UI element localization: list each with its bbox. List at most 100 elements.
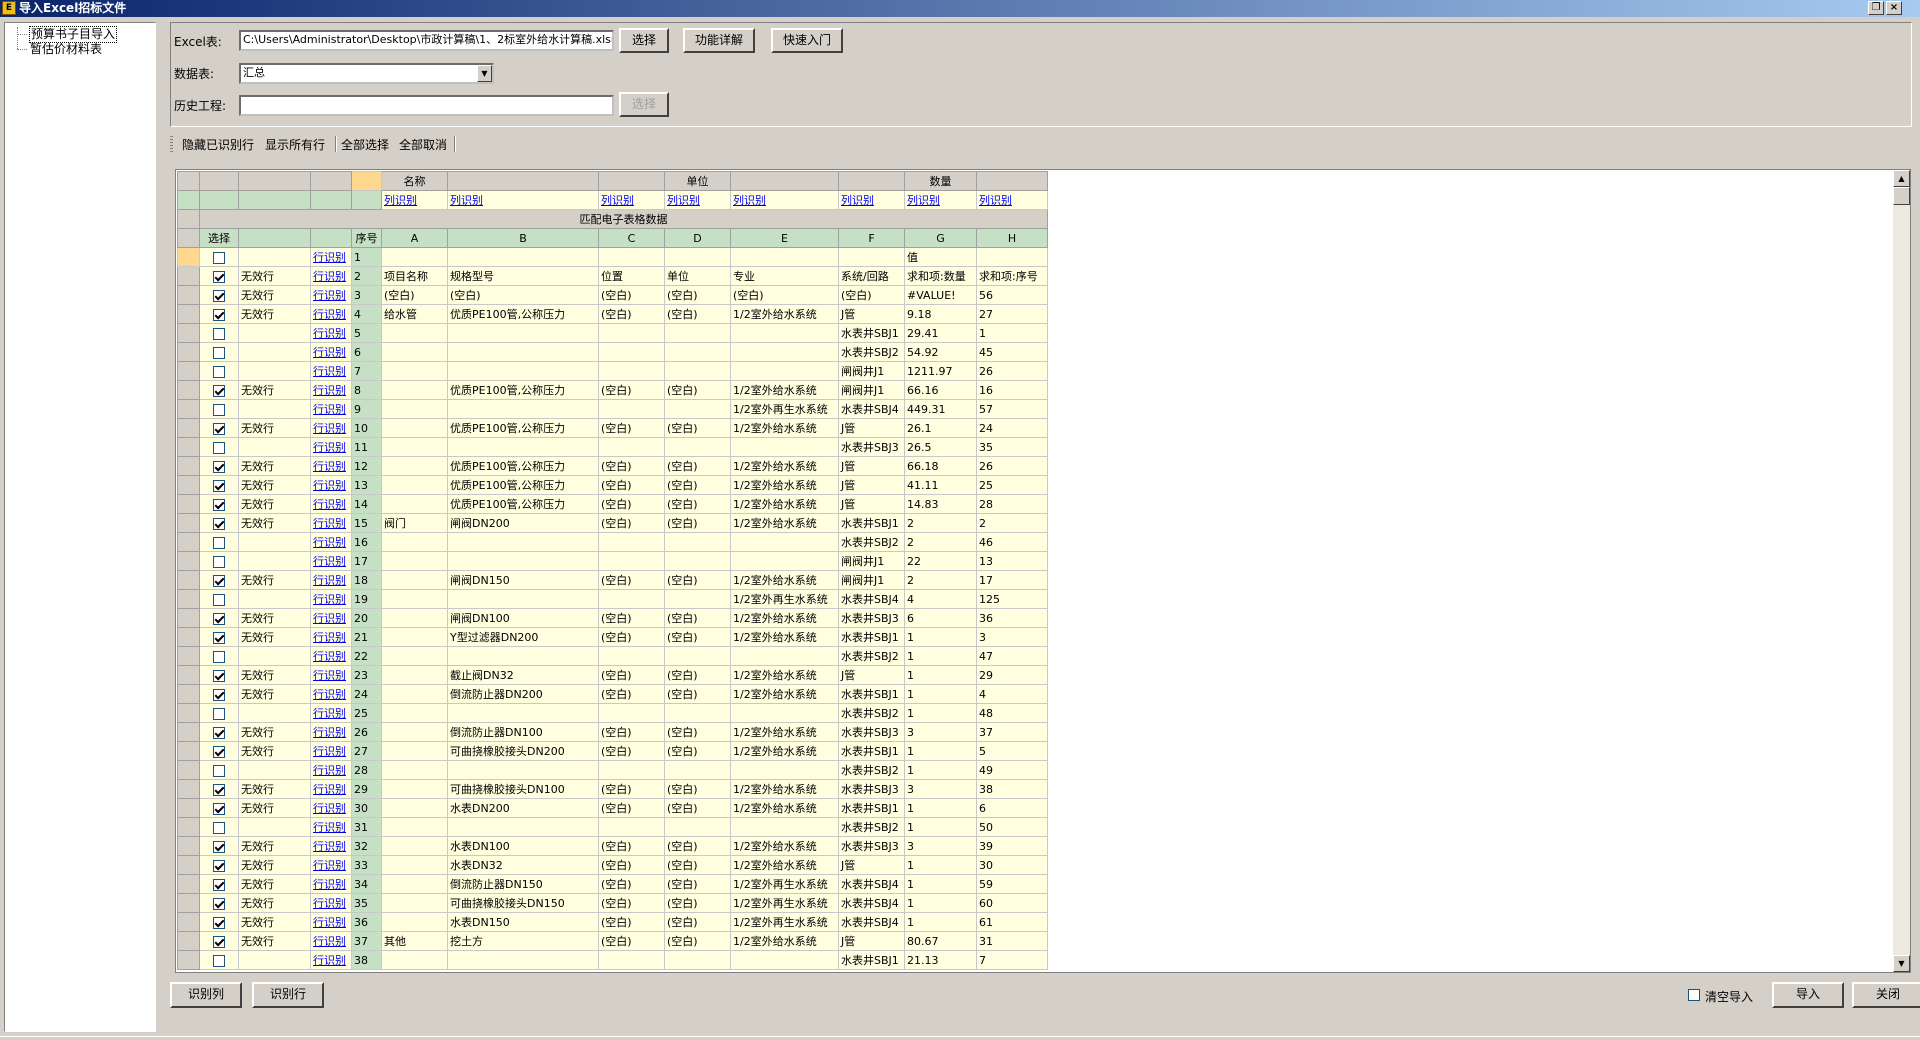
table-cell[interactable]: 37 bbox=[976, 722, 1048, 742]
table-cell[interactable]: 17 bbox=[976, 570, 1048, 590]
table-cell[interactable]: 水表DN150 bbox=[447, 912, 599, 932]
table-cell[interactable]: (空白) bbox=[598, 855, 665, 875]
row-recognize-link[interactable]: 行识别 bbox=[310, 646, 352, 666]
table-cell[interactable]: 26.1 bbox=[904, 418, 977, 438]
table-cell[interactable]: 倒流防止器DN100 bbox=[447, 722, 599, 742]
table-cell[interactable]: 可曲挠橡胶接头DN200 bbox=[447, 741, 599, 761]
row-checkbox[interactable] bbox=[213, 384, 225, 397]
table-cell[interactable]: 7 bbox=[976, 950, 1048, 970]
table-cell[interactable] bbox=[381, 361, 448, 381]
table-cell[interactable]: 125 bbox=[976, 589, 1048, 609]
table-cell[interactable]: 1/2室外给水系统 bbox=[730, 494, 839, 514]
table-cell[interactable]: 3 bbox=[904, 779, 977, 799]
table-cell[interactable]: 80.67 bbox=[904, 931, 977, 951]
table-cell[interactable] bbox=[730, 703, 839, 723]
table-cell[interactable]: 2 bbox=[976, 513, 1048, 533]
table-cell[interactable]: (空白) bbox=[664, 779, 731, 799]
table-cell[interactable] bbox=[381, 741, 448, 761]
col-recognize-link[interactable]: 列识别 bbox=[381, 190, 448, 210]
table-cell[interactable]: 1 bbox=[904, 627, 977, 647]
table-cell[interactable]: 水表井SBJ4 bbox=[838, 874, 905, 894]
table-cell[interactable] bbox=[730, 532, 839, 552]
table-cell[interactable]: (空白) bbox=[598, 931, 665, 951]
row-checkbox[interactable] bbox=[213, 422, 225, 435]
table-cell[interactable] bbox=[664, 703, 731, 723]
deselect-all-button[interactable]: 全部取消 bbox=[399, 136, 447, 153]
table-cell[interactable] bbox=[730, 323, 839, 343]
table-cell[interactable]: 水表井SBJ1 bbox=[838, 627, 905, 647]
row-recognize-link[interactable]: 行识别 bbox=[310, 418, 352, 438]
table-cell[interactable] bbox=[598, 646, 665, 666]
table-cell[interactable]: 挖土方 bbox=[447, 931, 599, 951]
table-cell[interactable]: 优质PE100管,公称压力 bbox=[447, 494, 599, 514]
table-cell[interactable]: (空白) bbox=[664, 855, 731, 875]
table-cell[interactable] bbox=[381, 532, 448, 552]
table-cell[interactable]: 1/2室外再生水系统 bbox=[730, 912, 839, 932]
row-checkbox[interactable] bbox=[213, 612, 225, 625]
row-checkbox[interactable] bbox=[213, 935, 225, 948]
row-recognize-link[interactable]: 行识别 bbox=[310, 513, 352, 533]
table-cell[interactable] bbox=[447, 817, 599, 837]
table-cell[interactable] bbox=[447, 342, 599, 362]
row-recognize-link[interactable]: 行识别 bbox=[310, 950, 352, 970]
table-cell[interactable]: (空白) bbox=[598, 304, 665, 324]
table-cell[interactable]: 1 bbox=[904, 912, 977, 932]
table-cell[interactable]: 1 bbox=[904, 646, 977, 666]
table-cell[interactable]: 1/2室外给水系统 bbox=[730, 627, 839, 647]
table-cell[interactable] bbox=[381, 380, 448, 400]
row-checkbox[interactable] bbox=[213, 346, 225, 359]
table-cell[interactable]: 水表井SBJ2 bbox=[838, 817, 905, 837]
vertical-scrollbar[interactable]: ▲ ▼ bbox=[1893, 170, 1910, 972]
table-cell[interactable]: 水表DN32 bbox=[447, 855, 599, 875]
table-cell[interactable]: 13 bbox=[976, 551, 1048, 571]
scroll-down-icon[interactable]: ▼ bbox=[1893, 955, 1910, 972]
table-cell[interactable]: (空白) bbox=[664, 494, 731, 514]
table-cell[interactable] bbox=[598, 532, 665, 552]
table-cell[interactable] bbox=[381, 608, 448, 628]
table-cell[interactable]: 2 bbox=[904, 570, 977, 590]
table-cell[interactable]: (空白) bbox=[664, 627, 731, 647]
table-cell[interactable]: 56 bbox=[976, 285, 1048, 305]
table-cell[interactable]: (空白) bbox=[598, 456, 665, 476]
row-recognize-link[interactable]: 行识别 bbox=[310, 874, 352, 894]
row-checkbox[interactable] bbox=[213, 460, 225, 473]
table-cell[interactable] bbox=[598, 950, 665, 970]
table-cell[interactable]: J管 bbox=[838, 855, 905, 875]
table-cell[interactable]: 6 bbox=[904, 608, 977, 628]
function-detail-button[interactable]: 功能详解 bbox=[683, 28, 755, 53]
row-recognize-link[interactable]: 行识别 bbox=[310, 627, 352, 647]
row-recognize-link[interactable]: 行识别 bbox=[310, 399, 352, 419]
table-cell[interactable]: (空白) bbox=[598, 608, 665, 628]
table-cell[interactable]: 1 bbox=[904, 855, 977, 875]
chevron-down-icon[interactable]: ▼ bbox=[477, 65, 492, 82]
row-checkbox[interactable] bbox=[213, 802, 225, 815]
table-cell[interactable]: 1/2室外给水系统 bbox=[730, 779, 839, 799]
table-cell[interactable]: 水表井SBJ1 bbox=[838, 741, 905, 761]
row-recognize-link[interactable]: 行识别 bbox=[310, 342, 352, 362]
quickstart-button[interactable]: 快速入门 bbox=[771, 28, 843, 53]
table-cell[interactable] bbox=[598, 342, 665, 362]
table-cell[interactable]: 项目名称 bbox=[381, 266, 448, 286]
table-cell[interactable] bbox=[730, 361, 839, 381]
row-recognize-link[interactable]: 行识别 bbox=[310, 456, 352, 476]
table-cell[interactable] bbox=[381, 684, 448, 704]
table-cell[interactable] bbox=[598, 589, 665, 609]
table-cell[interactable]: 水表井SBJ2 bbox=[838, 342, 905, 362]
table-cell[interactable]: 45 bbox=[976, 342, 1048, 362]
table-cell[interactable]: 水表井SBJ1 bbox=[838, 323, 905, 343]
close-window-button[interactable]: × bbox=[1886, 1, 1902, 15]
table-cell[interactable] bbox=[447, 247, 599, 267]
table-cell[interactable]: 水表井SBJ4 bbox=[838, 912, 905, 932]
row-checkbox[interactable] bbox=[213, 764, 225, 777]
table-cell[interactable]: Y型过滤器DN200 bbox=[447, 627, 599, 647]
table-cell[interactable]: (空白) bbox=[664, 285, 731, 305]
table-cell[interactable] bbox=[447, 361, 599, 381]
tree-item-budget-import[interactable]: 预算书子目导入 bbox=[29, 26, 118, 43]
table-cell[interactable]: 59 bbox=[976, 874, 1048, 894]
table-cell[interactable]: 29 bbox=[976, 665, 1048, 685]
row-checkbox[interactable] bbox=[213, 270, 225, 283]
row-recognize-link[interactable]: 行识别 bbox=[310, 779, 352, 799]
table-cell[interactable]: 50 bbox=[976, 817, 1048, 837]
table-cell[interactable]: 21.13 bbox=[904, 950, 977, 970]
history-select-button[interactable]: 选择 bbox=[619, 92, 669, 117]
